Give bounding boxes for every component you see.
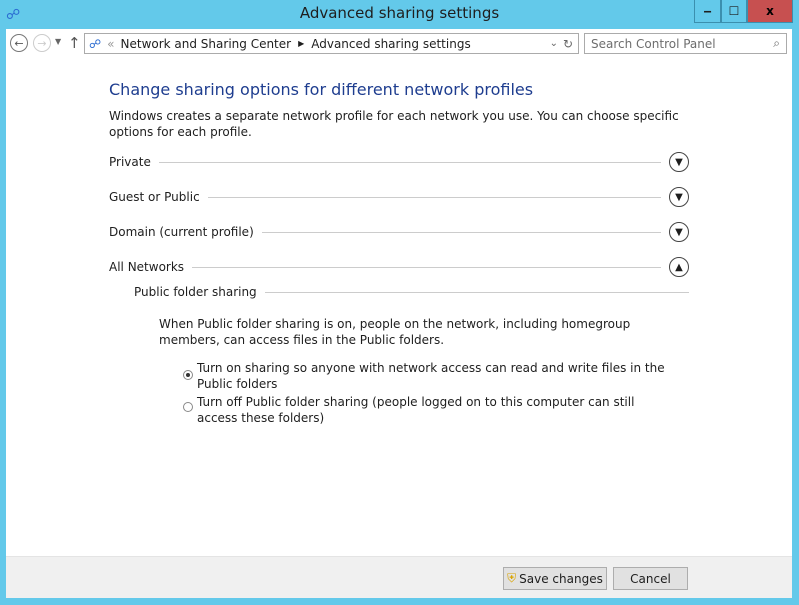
- page-title: Change sharing options for different net…: [109, 80, 534, 99]
- description-text: When Public folder sharing is on, people…: [159, 317, 631, 347]
- maximize-button[interactable]: ☐: [721, 0, 747, 23]
- address-dropdown-icon[interactable]: ⌄: [550, 38, 558, 49]
- window-title: Advanced sharing settings: [299, 4, 500, 22]
- close-button[interactable]: x: [747, 0, 793, 23]
- search-icon: ⌕: [773, 36, 780, 50]
- back-button[interactable]: ←: [10, 34, 28, 52]
- chevron-up-icon[interactable]: ▲: [669, 257, 689, 277]
- breadcrumb-current[interactable]: Advanced sharing settings: [311, 37, 470, 51]
- address-bar[interactable]: ☍ « Network and Sharing Center ▶ Advance…: [84, 33, 579, 54]
- section-domain[interactable]: Domain (current profile) ▼: [109, 221, 689, 243]
- up-button[interactable]: ↑: [68, 34, 81, 52]
- chevron-down-icon[interactable]: ▼: [669, 187, 689, 207]
- option-sharing-off-label[interactable]: Turn off Public folder sharing (people l…: [197, 394, 667, 426]
- section-guest-public[interactable]: Guest or Public ▼: [109, 186, 689, 208]
- forward-button[interactable]: →: [33, 34, 51, 52]
- shield-icon: ⛨: [507, 571, 517, 585]
- breadcrumb-network-center[interactable]: Network and Sharing Center: [121, 37, 292, 51]
- radio-sharing-off[interactable]: [183, 397, 193, 416]
- cancel-button[interactable]: Cancel: [613, 567, 688, 590]
- radio-sharing-on[interactable]: [183, 362, 193, 381]
- section-private[interactable]: Private ▼: [109, 151, 689, 173]
- refresh-icon[interactable]: ↻: [563, 37, 573, 51]
- search-input[interactable]: Search Control Panel ⌕: [584, 33, 787, 54]
- minimize-button[interactable]: ‒: [694, 0, 721, 23]
- chevron-down-icon[interactable]: ▼: [669, 152, 689, 172]
- section-all-networks[interactable]: All Networks ▲: [109, 256, 689, 278]
- recent-dropdown-icon[interactable]: ▼: [55, 37, 61, 46]
- option-sharing-on-label[interactable]: Turn on sharing so anyone with network a…: [197, 360, 667, 392]
- chevron-down-icon[interactable]: ▼: [669, 222, 689, 242]
- subsection-public-folder: Public folder sharing: [134, 281, 689, 303]
- network-icon: ☍: [89, 36, 102, 51]
- save-changes-button[interactable]: ⛨ Save changes: [503, 567, 607, 590]
- intro-text: Windows creates a separate network profi…: [109, 109, 679, 139]
